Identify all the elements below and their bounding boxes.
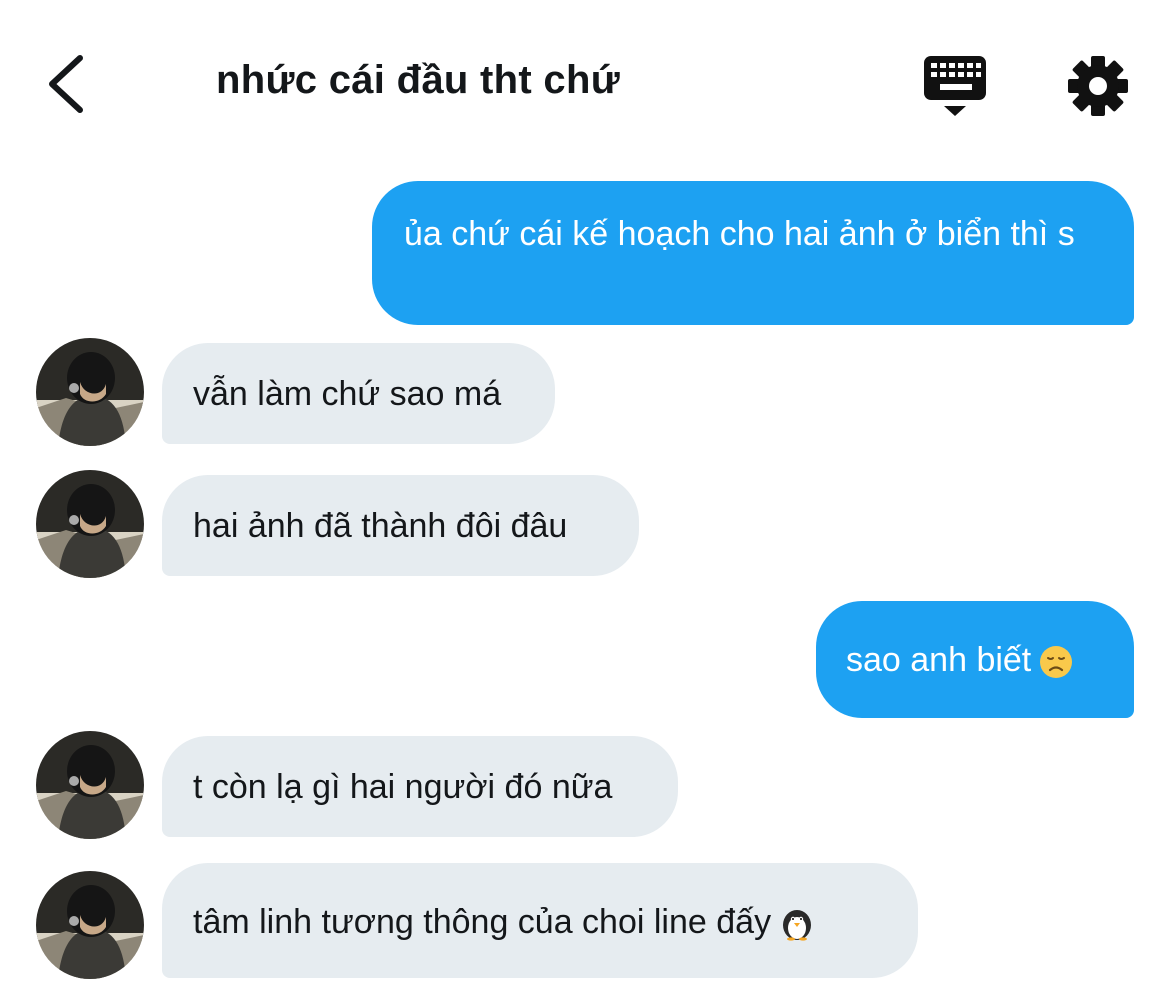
avatar[interactable] <box>36 731 144 839</box>
message-bubble-received[interactable]: hai ảnh đã thành đôi đâu <box>162 475 639 576</box>
message-text: vẫn làm chứ sao má <box>193 375 502 413</box>
keyboard-button[interactable] <box>920 52 990 118</box>
conversation-title[interactable]: nhức cái đầu tht chứ <box>216 58 620 103</box>
message-text: t còn lạ gì hai người đó nữa <box>193 768 613 806</box>
message-text: tâm linh tương thông của choi line đấy <box>193 903 772 941</box>
message-bubble-sent[interactable]: sao anh biết <box>816 601 1134 718</box>
penguin-icon <box>783 910 812 941</box>
disappointed-face-icon <box>1040 646 1073 679</box>
gear-icon <box>1068 56 1128 116</box>
message-text: hai ảnh đã thành đôi đâu <box>193 507 568 545</box>
avatar[interactable] <box>36 338 144 446</box>
chat-header: nhức cái đầu tht chứ <box>0 0 1170 170</box>
avatar[interactable] <box>36 871 144 979</box>
back-button[interactable] <box>44 52 92 116</box>
chevron-left-icon <box>49 55 83 113</box>
avatar[interactable] <box>36 470 144 578</box>
message-bubble-received[interactable]: tâm linh tương thông của choi line đấy <box>162 863 918 978</box>
message-bubble-sent[interactable]: ủa chứ cái kế hoạch cho hai ảnh ở biển t… <box>372 181 1134 325</box>
keyboard-icon <box>924 56 986 116</box>
message-bubble-received[interactable]: t còn lạ gì hai người đó nữa <box>162 736 678 837</box>
message-text: ủa chứ cái kế hoạch cho hai ảnh ở biển t… <box>404 215 1075 253</box>
message-text: sao anh biết <box>846 641 1032 679</box>
settings-button[interactable] <box>1066 54 1130 118</box>
message-bubble-received[interactable]: vẫn làm chứ sao má <box>162 343 555 444</box>
